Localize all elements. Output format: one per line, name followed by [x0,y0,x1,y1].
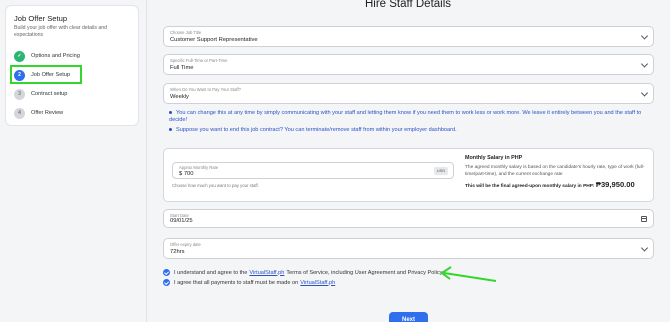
bullet-icon [169,111,172,115]
step-label: Contract setup [31,91,68,97]
divider [146,0,147,322]
stepper-title: Job Offer Setup [14,14,68,23]
terms-agreement: I understand and agree to the VirtualSta… [163,269,442,276]
field-value: $ 700 [179,171,194,177]
field-value: Full Time [170,65,194,71]
payments-agreement: I agree that all payments to staff must … [163,279,337,286]
chevron-down-icon [640,59,649,68]
field-label: Choose Job Title [170,30,202,35]
currency-badge: USD [434,167,448,175]
field-value: 72hrs [170,249,185,255]
active-step-highlight [10,65,82,84]
salary-card: Approx Monthly Rate $ 700 USD Choose how… [163,148,654,202]
chevron-down-icon [640,243,649,252]
field-label: Approx Monthly Rate [179,165,219,170]
page-title: Hire Staff Details [364,0,452,10]
final-salary: This will be the final agreed-upon month… [465,180,635,189]
calendar-icon[interactable] [641,216,647,222]
monthly-salary-title: Monthly Salary in PHP [465,155,523,161]
annotation-arrow-icon [440,266,497,282]
note-text: Suppose you want to end this job contrac… [176,127,457,133]
step-offer-review[interactable]: 4 Offer Review [14,107,63,119]
bullet-icon [169,128,172,132]
field-value: 09/01/25 [170,218,193,224]
field-value: Customer Support Representative [170,37,258,43]
field-label: Offer expiry date [170,242,201,247]
terms-prefix: I understand and agree to the [174,269,248,276]
payments-checkbox[interactable] [163,279,170,286]
final-salary-amount: ₱39,950.00 [595,180,635,189]
note-terminate: Suppose you want to end this job contrac… [169,127,457,134]
note-change-hours: You can change this at any time by simpl… [169,110,654,124]
step-contract-setup[interactable]: 3 Contract setup [14,88,67,100]
start-date-field[interactable]: Start Date 09/01/25 [163,209,654,228]
job-title-select[interactable]: Choose Job Title Customer Support Repres… [163,26,654,47]
field-label: When Do You Want to Pay Your Staff? [170,87,242,92]
next-button[interactable]: Next [389,312,428,322]
payments-prefix: I agree that all payments to staff must … [174,279,299,286]
step-options-pricing[interactable]: ✓ Options and Pricing [14,50,80,62]
pay-frequency-select[interactable]: When Do You Want to Pay Your Staff? Week… [163,83,654,104]
step-number: 4 [14,107,25,119]
step-label: Options and Pricing [31,53,80,59]
note-text: You can change this at any time by simpl… [169,110,642,123]
step-number: 3 [14,88,25,100]
chevron-down-icon [640,88,649,97]
chevron-down-icon [640,31,649,40]
terms-checkbox[interactable] [163,269,170,276]
monthly-salary-description: The agreed monthly salary is based on th… [465,165,645,177]
stepper-subtitle: Build your job offer with clear details … [14,25,108,38]
employment-type-select[interactable]: Specific Full-Time or Part-Time Full Tim… [163,54,654,75]
final-salary-text: This will be the final agreed-upon month… [465,184,595,189]
arrow-shaft [443,272,497,282]
check-icon: ✓ [14,50,25,62]
rate-hint: Choose how much you want to pay your sta… [172,183,259,188]
terms-link[interactable]: VirtualStaff.ph [249,270,284,276]
payments-link[interactable]: VirtualStaff.ph [300,280,335,286]
step-label: Offer Review [31,110,64,116]
field-value: Weekly [170,94,189,100]
terms-suffix: Terms of Service, including User Agreeme… [286,269,443,276]
field-label: Specific Full-Time or Part-Time [170,58,228,63]
page: Job Offer Setup Build your job offer wit… [0,0,670,322]
monthly-rate-input[interactable]: Approx Monthly Rate $ 700 USD [172,162,454,179]
offer-expiry-select[interactable]: Offer expiry date 72hrs [163,238,654,259]
